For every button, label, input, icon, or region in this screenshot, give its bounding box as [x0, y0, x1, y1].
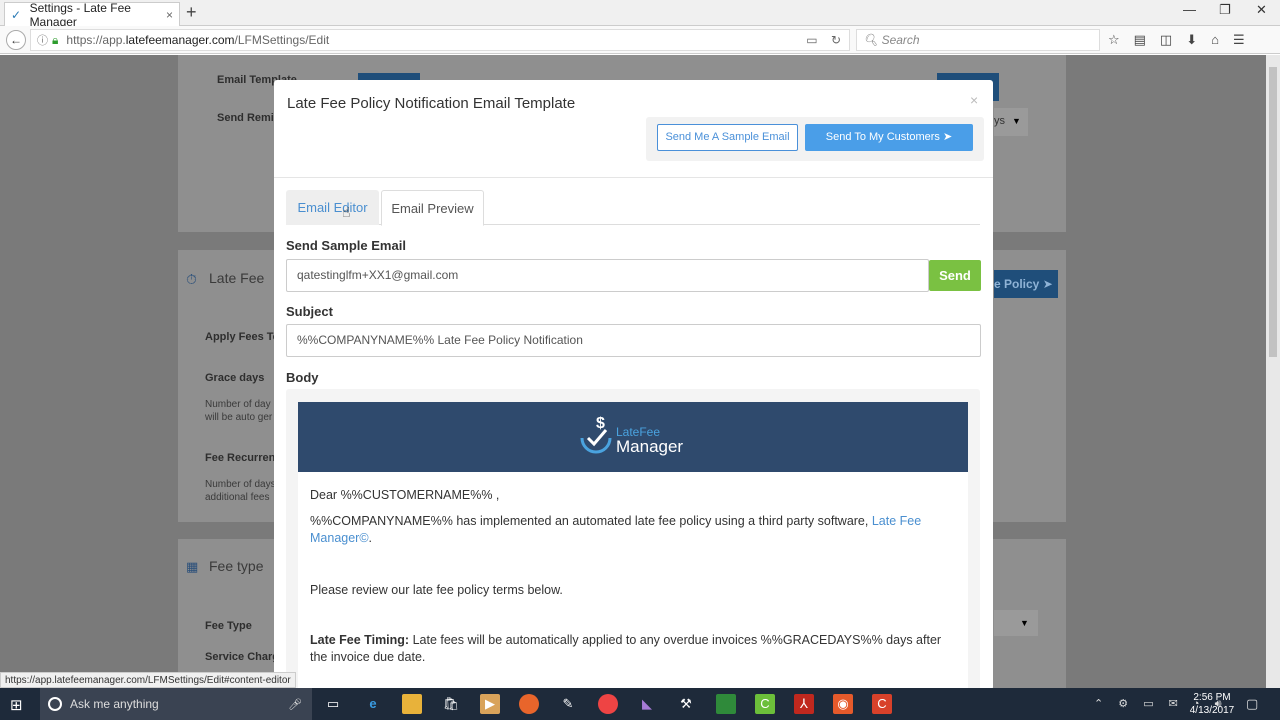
firefox-icon[interactable]: [519, 694, 539, 714]
bg-days-select: ys ▼: [994, 108, 1028, 136]
status-url: https://app.latefeemanager.com/LFMSettin…: [0, 672, 296, 688]
url-domain: latefeemanager.com: [125, 33, 235, 47]
taskbar-clock[interactable]: 2:56 PM 4/13/2017: [1186, 691, 1238, 717]
email-template-modal: Late Fee Policy Notification Email Templ…: [274, 80, 993, 690]
mouse-cursor-icon: ☝: [342, 204, 351, 220]
bg-fee-recurrence-label: Fee Recurren: [205, 452, 276, 464]
file-explorer-icon[interactable]: [402, 694, 422, 714]
new-tab-button[interactable]: +: [186, 2, 197, 23]
chrome-icon[interactable]: [598, 694, 618, 714]
email-body-editor[interactable]: $ LateFee Manager Dear %%CUSTOMERNAME%% …: [286, 389, 980, 690]
tab-email-preview[interactable]: Email Preview: [381, 190, 484, 226]
bg-grace-days-help2: will be auto ger: [205, 412, 273, 423]
acrobat-icon[interactable]: ⅄: [794, 694, 814, 714]
window-close-icon[interactable]: ✕: [1256, 2, 1267, 18]
paper-plane-icon: ➤: [942, 131, 953, 143]
lock-icon: 🔒︎: [52, 32, 59, 47]
browser-tab-bar: ✓ Settings - Late Fee Manager × + — ❐ ✕: [0, 0, 1280, 29]
bg-calendar-icon: ▦: [186, 559, 199, 574]
address-bar[interactable]: ⓘ 🔒︎ https://app. latefeemanager.com/LFMS…: [30, 29, 850, 51]
url-path: /LFMSettings/Edit: [234, 33, 330, 47]
cortana-icon: [48, 697, 62, 711]
send-button[interactable]: Send: [929, 260, 981, 291]
bg-fee-type-label: Fee Type: [205, 620, 252, 632]
modal-divider: [274, 177, 993, 178]
spreadsheet-icon[interactable]: [716, 694, 736, 714]
bg-fee-recurrence-help: Number of days: [205, 479, 276, 490]
tab-close-icon[interactable]: ×: [166, 8, 173, 22]
store-icon[interactable]: 🛍︎: [441, 694, 461, 714]
microphone-icon[interactable]: 🎤︎: [288, 698, 302, 711]
favicon-icon: ✓: [11, 7, 22, 22]
visual-studio-icon[interactable]: ◣: [637, 694, 657, 714]
browser-tab[interactable]: ✓ Settings - Late Fee Manager ×: [4, 0, 180, 29]
editor-tabs: Email Editor Email Preview: [286, 190, 980, 226]
bg-fee-recurrence-help2: additional fees: [205, 492, 270, 503]
task-view-icon[interactable]: ▭: [323, 694, 343, 714]
send-to-customers-label: Send To My Customers: [825, 131, 940, 143]
capture-icon[interactable]: ◉: [833, 694, 853, 714]
minimize-icon[interactable]: —: [1183, 2, 1196, 17]
edge-icon[interactable]: e: [363, 694, 383, 714]
bg-fee-type-select: ▼: [994, 610, 1038, 636]
navigation-bar: ← ⓘ 🔒︎ https://app. latefeemanager.com/LF…: [0, 26, 1280, 54]
sample-email-input[interactable]: qatestinglfm+XX1@gmail.com: [286, 259, 929, 292]
email-paragraph-intro: %%COMPANYNAME%% has implemented an autom…: [310, 514, 922, 545]
media-icon[interactable]: ▶: [480, 694, 500, 714]
toolbar-icons[interactable]: ☆▤◫⬇⌂☰: [1108, 32, 1259, 48]
tab-email-editor[interactable]: Email Editor: [286, 190, 379, 225]
tools-icon[interactable]: ⚒: [676, 694, 696, 714]
taskbar: ⊞ Ask me anything 🎤︎ ▭ e 🛍︎ ▶ ✎ ◣ ⚒ C ⅄ …: [0, 688, 1280, 720]
cortana-placeholder: Ask me anything: [70, 697, 159, 711]
app-icon[interactable]: ✎: [558, 694, 578, 714]
reload-icon[interactable]: ▭ ↻: [806, 33, 841, 47]
email-banner: $ LateFee Manager: [298, 402, 968, 472]
modal-close-icon[interactable]: ×: [970, 92, 978, 108]
cortana-search-box[interactable]: Ask me anything 🎤︎: [40, 688, 312, 720]
bg-service-charge-label: Service Charg: [205, 651, 279, 663]
email-greeting: Dear %%CUSTOMERNAME%% ,: [310, 488, 500, 502]
subject-input[interactable]: %%COMPANYNAME%% Late Fee Policy Notifica…: [286, 324, 981, 357]
windows-start-icon[interactable]: ⊞: [10, 696, 23, 714]
body-label: Body: [286, 370, 319, 385]
info-icon[interactable]: ⓘ: [37, 32, 48, 48]
email-paragraph-review: Please review our late fee policy terms …: [310, 583, 563, 597]
svg-text:Manager: Manager: [616, 437, 683, 456]
send-sample-label: Send Sample Email: [286, 238, 406, 253]
bg-apply-fees-label: Apply Fees To: [205, 331, 280, 343]
send-sample-email-button[interactable]: Send Me A Sample Email: [657, 124, 798, 151]
svg-text:$: $: [596, 415, 605, 432]
search-placeholder: Search: [881, 33, 920, 47]
bg-grace-days-help: Number of day: [205, 399, 271, 410]
camtasia-icon[interactable]: C: [755, 694, 775, 714]
search-input[interactable]: 🔍︎ Search: [856, 29, 1100, 51]
back-button[interactable]: ←: [6, 30, 26, 50]
modal-title: Late Fee Policy Notification Email Templ…: [287, 95, 576, 112]
subject-label: Subject: [286, 304, 333, 319]
bg-clock-icon: ⏱: [186, 271, 197, 287]
send-to-customers-button[interactable]: Send To My Customers ➤: [805, 124, 973, 151]
url-prefix: https://app.: [66, 33, 126, 47]
recorder-icon[interactable]: C: [872, 694, 892, 714]
tab-title: Settings - Late Fee Manager: [29, 0, 131, 29]
modal-action-box: Send Me A Sample Email Send To My Custom…: [646, 117, 984, 161]
bg-fee-type-heading: Fee type: [209, 558, 264, 574]
clock-time: 2:56 PM: [1193, 692, 1231, 703]
clock-date: 4/13/2017: [1189, 705, 1235, 716]
scrollbar-thumb[interactable]: [1269, 67, 1277, 357]
bg-policy-button: e Policy ➤: [994, 270, 1058, 298]
latefee-manager-logo: $ LateFee Manager: [576, 414, 696, 460]
bg-send-reminder-label: Send Remi: [217, 112, 274, 124]
email-paragraph-timing: Late Fee Timing: Late fees will be autom…: [310, 633, 942, 664]
maximize-icon[interactable]: ❐: [1219, 2, 1231, 18]
notifications-icon[interactable]: ▢: [1246, 696, 1258, 712]
page-scrollbar[interactable]: [1266, 55, 1280, 688]
bg-grace-days-label: Grace days: [205, 372, 265, 384]
bg-late-fee-heading: Late Fee: [209, 270, 265, 286]
email-content[interactable]: Dear %%CUSTOMERNAME%% , %%COMPANYNAME%% …: [298, 472, 968, 690]
